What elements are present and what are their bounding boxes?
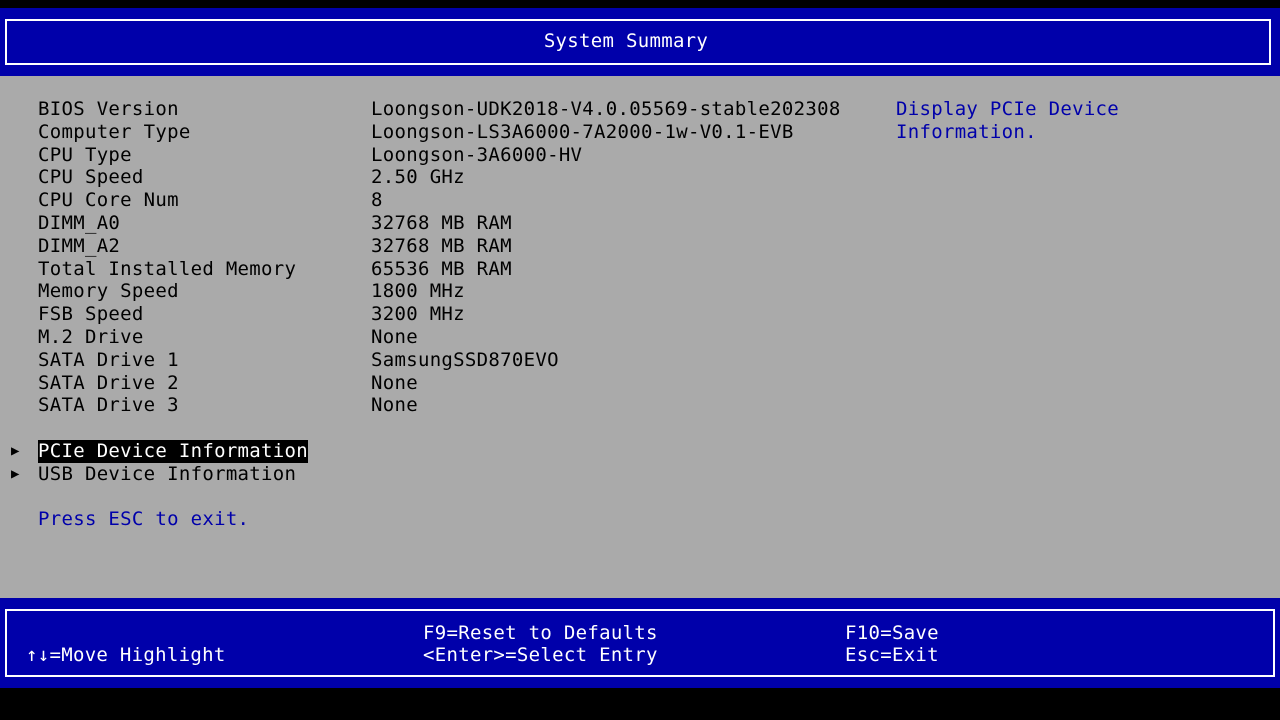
info-label: Total Installed Memory [38, 257, 297, 280]
info-value: None [371, 371, 418, 394]
header-bar: System Summary [0, 8, 1280, 76]
info-row-computer-type: Computer Type Loongson-LS3A6000-7A2000-1… [0, 121, 890, 144]
help-text-line-1: Display PCIe Device [896, 98, 1120, 120]
info-value: 32768 MB RAM [371, 212, 512, 234]
menu-item-usb-device-information[interactable]: ▶ USB Device Information [0, 463, 400, 486]
info-row-dimm-a0: DIMM_A0 32768 MB RAM [0, 212, 890, 235]
arrow-right-icon: ▶ [11, 465, 20, 482]
info-label: CPU Speed [38, 166, 144, 189]
info-label: SATA Drive 3 [38, 394, 179, 417]
info-row-cpu-type: CPU Type Loongson-3A6000-HV [0, 144, 890, 167]
info-value: 3200 MHz [371, 303, 465, 326]
info-value: Loongson-3A6000-HV [371, 143, 583, 166]
info-value: SamsungSSD870EVO [371, 348, 559, 371]
info-value: None [371, 326, 418, 348]
info-row-sata-drive-2: SATA Drive 2 None [0, 372, 890, 395]
page-title: System Summary [543, 30, 709, 52]
info-value: 32768 MB RAM [371, 234, 512, 257]
info-value: Loongson-UDK2018-V4.0.05569-stable202308 [371, 98, 841, 120]
info-row-sata-drive-1: SATA Drive 1 SamsungSSD870EVO [0, 349, 890, 372]
key-hint-select-entry: <Enter>=Select Entry [423, 644, 658, 666]
key-hint-move-highlight: ↑↓=Move Highlight [26, 644, 226, 666]
info-label: CPU Core Num [38, 189, 179, 212]
info-row-sata-drive-3: SATA Drive 3 None [0, 394, 890, 417]
info-row-bios-version: BIOS Version Loongson-UDK2018-V4.0.05569… [0, 98, 890, 121]
info-label: SATA Drive 1 [38, 348, 179, 371]
info-label: FSB Speed [38, 303, 144, 326]
menu-item-pcie-device-information[interactable]: ▶ PCIe Device Information [0, 440, 400, 463]
info-label: SATA Drive 2 [38, 371, 179, 394]
info-row-cpu-core-num: CPU Core Num 8 [0, 189, 890, 212]
info-row-total-memory: Total Installed Memory 65536 MB RAM [0, 258, 890, 281]
info-value: 65536 MB RAM [371, 257, 512, 280]
info-value: Loongson-LS3A6000-7A2000-1w-V0.1-EVB [371, 120, 794, 143]
info-row-cpu-speed: CPU Speed 2.50 GHz [0, 166, 890, 189]
esc-hint: Press ESC to exit. [38, 508, 250, 530]
info-value: 2.50 GHz [371, 166, 465, 189]
info-value: 8 [371, 189, 383, 212]
info-label: CPU Type [38, 143, 132, 166]
help-text-line-2: Information. [896, 120, 1037, 143]
info-row-m2-drive: M.2 Drive None [0, 326, 890, 349]
info-row-dimm-a2: DIMM_A2 32768 MB RAM [0, 235, 890, 258]
info-value: None [371, 394, 418, 417]
info-label: Memory Speed [38, 280, 179, 303]
footer-bar: ↑↓=Move Highlight F9=Reset to Defaults <… [0, 598, 1280, 688]
menu-item-label: PCIe Device Information [38, 440, 308, 463]
info-value: 1800 MHz [371, 280, 465, 303]
menu-item-label: USB Device Information [38, 462, 297, 485]
key-hint-save: F10=Save [845, 622, 939, 644]
info-row-memory-speed: Memory Speed 1800 MHz [0, 280, 890, 303]
key-hint-reset-defaults: F9=Reset to Defaults [423, 622, 658, 644]
info-label: BIOS Version [38, 98, 179, 120]
info-row-fsb-speed: FSB Speed 3200 MHz [0, 303, 890, 326]
info-label: M.2 Drive [38, 326, 144, 348]
info-label: DIMM_A0 [38, 212, 121, 234]
info-label: DIMM_A2 [38, 234, 121, 257]
info-label: Computer Type [38, 120, 191, 143]
main-panel: BIOS Version Loongson-UDK2018-V4.0.05569… [0, 76, 1280, 598]
key-hint-exit: Esc=Exit [845, 644, 939, 666]
arrow-right-icon: ▶ [11, 443, 20, 459]
